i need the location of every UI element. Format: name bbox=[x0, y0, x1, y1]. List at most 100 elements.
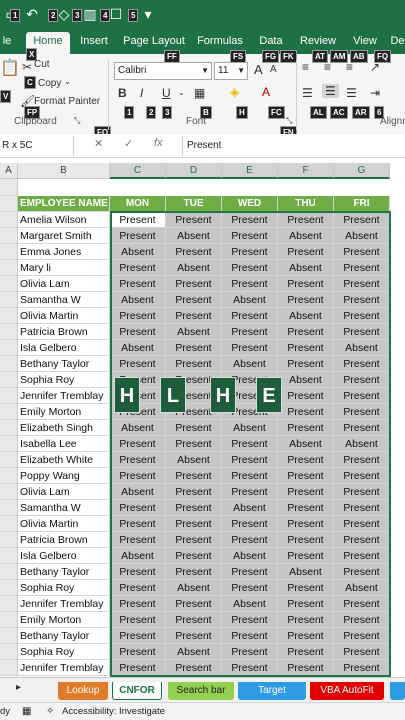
attendance-cell[interactable]: Absent bbox=[334, 436, 390, 452]
attendance-cell[interactable]: Present bbox=[222, 212, 278, 228]
attendance-cell[interactable]: Present bbox=[278, 516, 334, 532]
row-header[interactable] bbox=[0, 388, 18, 404]
employee-name-cell[interactable]: Amelia Wilson bbox=[18, 212, 110, 228]
column-header-g[interactable]: G bbox=[334, 163, 390, 179]
attendance-cell[interactable]: Absent bbox=[278, 436, 334, 452]
grow-font-icon[interactable]: A bbox=[254, 62, 263, 77]
copy-button[interactable]: Copy bbox=[38, 78, 61, 89]
attendance-cell[interactable]: Present bbox=[222, 484, 278, 500]
sheet-nav-icon[interactable]: ▸ bbox=[16, 682, 21, 693]
attendance-cell[interactable]: Present bbox=[334, 452, 390, 468]
attendance-cell[interactable]: Present bbox=[278, 468, 334, 484]
sheet-tab-cnfor[interactable]: CNFOR bbox=[112, 682, 162, 700]
attendance-cell[interactable]: Present bbox=[334, 276, 390, 292]
align-bottom-icon[interactable]: ≡ bbox=[346, 60, 353, 74]
tab-developer[interactable]: De bbox=[390, 32, 405, 54]
attendance-cell[interactable]: Present bbox=[166, 356, 222, 372]
attendance-cell[interactable]: Absent bbox=[222, 292, 278, 308]
more-icon[interactable]: ▾ bbox=[138, 4, 158, 24]
attendance-cell[interactable]: Present bbox=[278, 388, 334, 404]
attendance-cell[interactable]: Present bbox=[110, 276, 166, 292]
attendance-cell[interactable]: Present bbox=[278, 660, 334, 676]
attendance-cell[interactable]: Present bbox=[334, 548, 390, 564]
attendance-cell[interactable]: Present bbox=[334, 644, 390, 660]
row-header[interactable] bbox=[0, 612, 18, 628]
employee-name-cell[interactable]: Jennifer Tremblay bbox=[18, 388, 110, 404]
attendance-cell[interactable]: Present bbox=[222, 340, 278, 356]
row-header[interactable] bbox=[0, 196, 18, 212]
attendance-cell[interactable]: Present bbox=[110, 212, 166, 228]
attendance-cell[interactable]: Present bbox=[166, 500, 222, 516]
attendance-cell[interactable]: Absent bbox=[278, 564, 334, 580]
employee-name-cell[interactable]: Emily Morton bbox=[18, 404, 110, 420]
employee-name-cell[interactable]: Margaret Smith bbox=[18, 228, 110, 244]
column-header-d[interactable]: D bbox=[166, 163, 222, 179]
row-header[interactable] bbox=[0, 532, 18, 548]
row-header[interactable] bbox=[0, 564, 18, 580]
undo-icon[interactable]: ↶ bbox=[22, 4, 42, 24]
attendance-cell[interactable]: Present bbox=[110, 356, 166, 372]
eraser-icon[interactable]: ◇ bbox=[54, 4, 74, 24]
attendance-cell[interactable]: Present bbox=[222, 660, 278, 676]
attendance-cell[interactable]: Present bbox=[334, 468, 390, 484]
attendance-cell[interactable]: Present bbox=[222, 468, 278, 484]
attendance-cell[interactable]: Present bbox=[278, 324, 334, 340]
attendance-cell[interactable]: Absent bbox=[166, 452, 222, 468]
header-day[interactable]: WED bbox=[222, 196, 278, 212]
chevron-down-icon[interactable]: ⌄ bbox=[64, 77, 71, 86]
attendance-cell[interactable]: Present bbox=[278, 644, 334, 660]
attendance-cell[interactable]: Present bbox=[334, 612, 390, 628]
sheet-tab-search-bar[interactable]: Search bar bbox=[168, 682, 234, 700]
attendance-cell[interactable]: Present bbox=[278, 532, 334, 548]
attendance-cell[interactable]: Present bbox=[166, 468, 222, 484]
attendance-cell[interactable]: Present bbox=[166, 420, 222, 436]
attendance-cell[interactable]: Present bbox=[334, 516, 390, 532]
employee-name-cell[interactable]: Isla Gelbero bbox=[18, 340, 110, 356]
attendance-cell[interactable]: Present bbox=[110, 580, 166, 596]
attendance-cell[interactable]: Present bbox=[334, 404, 390, 420]
row-header[interactable] bbox=[0, 340, 18, 356]
attendance-cell[interactable]: Present bbox=[278, 340, 334, 356]
attendance-cell[interactable]: Present bbox=[334, 244, 390, 260]
attendance-cell[interactable]: Present bbox=[278, 484, 334, 500]
align-right-icon[interactable]: ☰ bbox=[346, 86, 357, 100]
attendance-cell[interactable]: Absent bbox=[110, 244, 166, 260]
attendance-cell[interactable]: Present bbox=[334, 628, 390, 644]
attendance-cell[interactable]: Present bbox=[278, 548, 334, 564]
attendance-cell[interactable]: Present bbox=[334, 532, 390, 548]
attendance-cell[interactable]: Present bbox=[166, 548, 222, 564]
employee-name-cell[interactable]: Bethany Taylor bbox=[18, 628, 110, 644]
row-header[interactable] bbox=[0, 500, 18, 516]
row-header[interactable] bbox=[0, 548, 18, 564]
attendance-cell[interactable]: Present bbox=[278, 500, 334, 516]
employee-name-cell[interactable]: Jennifer Tremblay bbox=[18, 660, 110, 676]
attendance-cell[interactable]: Absent bbox=[334, 580, 390, 596]
attendance-cell[interactable]: Present bbox=[334, 500, 390, 516]
attendance-cell[interactable]: Present bbox=[166, 628, 222, 644]
attendance-cell[interactable]: Absent bbox=[278, 260, 334, 276]
attendance-cell[interactable]: Present bbox=[166, 292, 222, 308]
row-header[interactable] bbox=[0, 308, 18, 324]
scissors-icon[interactable]: ✂ bbox=[22, 60, 32, 74]
attendance-cell[interactable]: Present bbox=[278, 612, 334, 628]
attendance-cell[interactable]: Absent bbox=[166, 260, 222, 276]
attendance-cell[interactable]: Present bbox=[278, 420, 334, 436]
employee-name-cell[interactable]: Olivia Lam bbox=[18, 276, 110, 292]
attendance-cell[interactable]: Present bbox=[334, 484, 390, 500]
attendance-cell[interactable]: Present bbox=[334, 388, 390, 404]
row-header[interactable] bbox=[0, 660, 18, 676]
font-color-icon[interactable]: A bbox=[262, 85, 270, 99]
employee-name-cell[interactable]: Bethany Taylor bbox=[18, 564, 110, 580]
attendance-cell[interactable]: Present bbox=[334, 420, 390, 436]
font-name-combo[interactable]: Calibri ▼ bbox=[114, 62, 212, 80]
employee-name-cell[interactable]: Isla Gelbero bbox=[18, 548, 110, 564]
tab-insert[interactable]: Insert bbox=[76, 32, 112, 54]
header-employee-name[interactable]: EMPLOYEE NAME bbox=[18, 196, 110, 212]
attendance-cell[interactable]: Present bbox=[166, 436, 222, 452]
cut-button[interactable]: Cut bbox=[34, 59, 50, 70]
row-header[interactable] bbox=[0, 468, 18, 484]
sheet-tab-target[interactable]: Target bbox=[238, 682, 306, 700]
dialog-launcher-icon[interactable]: ⤡ bbox=[286, 116, 292, 126]
attendance-cell[interactable]: Absent bbox=[222, 548, 278, 564]
font-size-combo[interactable]: 11 ▼ bbox=[214, 62, 248, 80]
